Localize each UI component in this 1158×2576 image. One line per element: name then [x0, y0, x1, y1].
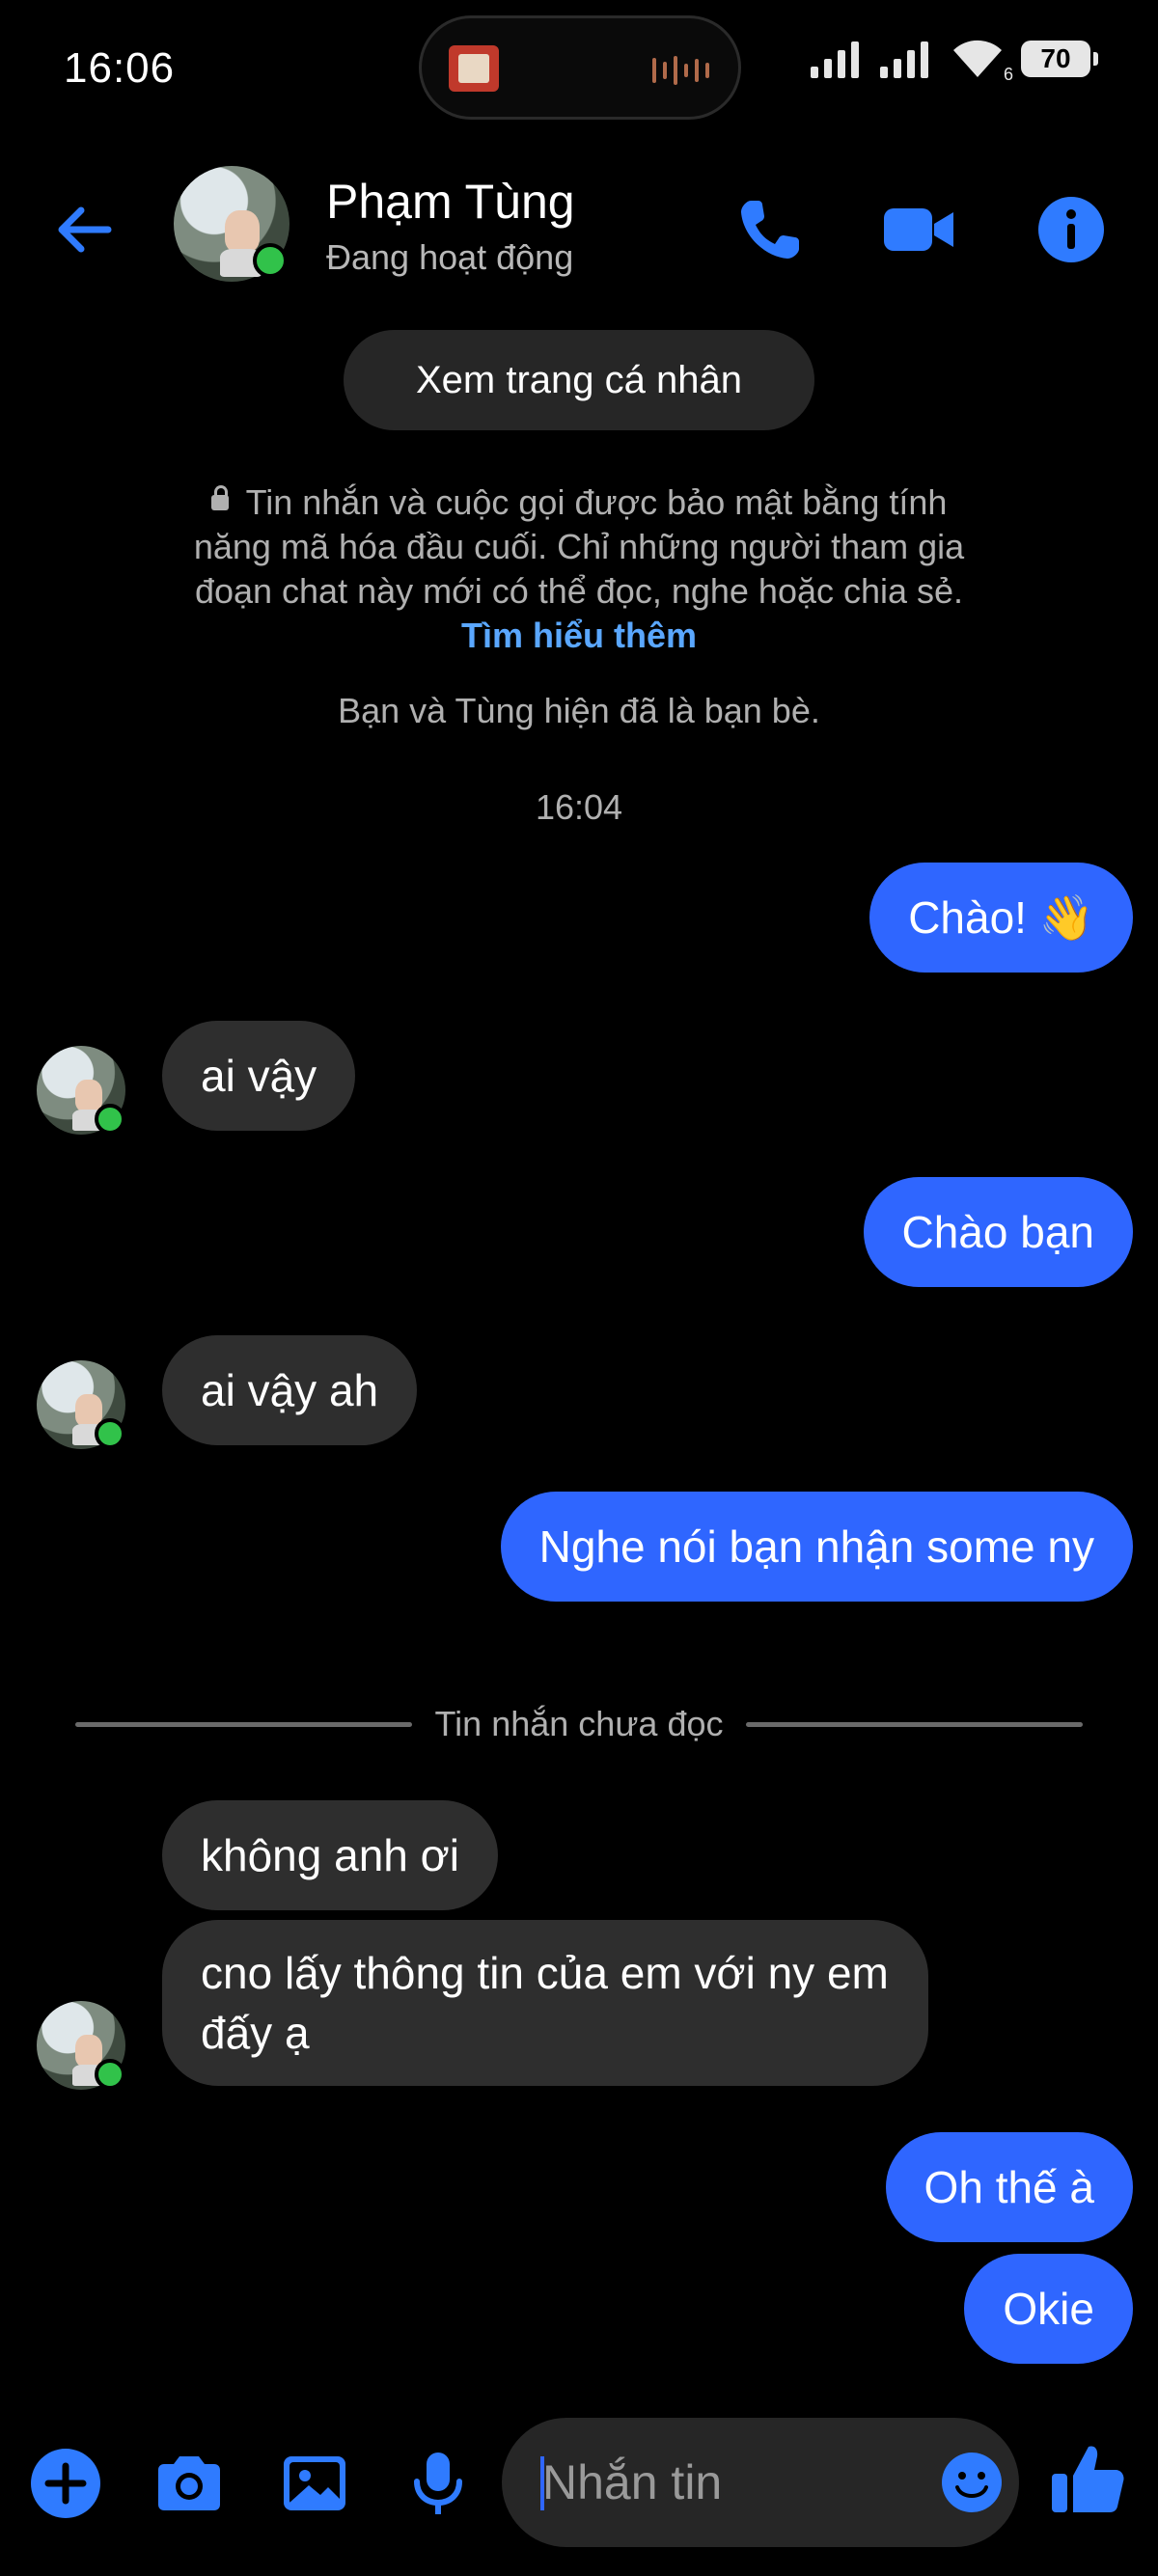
sender-avatar[interactable]	[37, 2001, 125, 2090]
microphone-icon[interactable]	[400, 2445, 477, 2522]
wifi-icon: 6	[950, 39, 1013, 84]
sender-avatar[interactable]	[37, 1360, 125, 1449]
outgoing-message[interactable]: Oh thế à	[885, 2132, 1133, 2242]
battery-indicator: 70	[1021, 41, 1098, 77]
incoming-message[interactable]: cno lấy thông tin của em với ny em đấy ạ	[162, 1920, 928, 2086]
encryption-notice: Tin nhắn và cuộc gọi được bảo mật bằng t…	[183, 480, 975, 658]
contact-name[interactable]: Phạm Tùng	[326, 174, 575, 230]
incoming-message[interactable]: ai vậy ah	[162, 1335, 418, 1445]
learn-more-link[interactable]: Tìm hiểu thêm	[461, 616, 697, 655]
outgoing-message[interactable]: Chào! 👋	[869, 863, 1133, 973]
incoming-message[interactable]: ai vậy	[162, 1021, 356, 1131]
album-art-icon	[449, 45, 499, 92]
divider-line	[746, 1721, 1084, 1727]
contact-active-status: Đang hoạt động	[326, 237, 574, 277]
outgoing-message[interactable]: Nghe nói bạn nhận some ny	[500, 1492, 1133, 1602]
gallery-image-icon[interactable]	[276, 2445, 353, 2522]
outgoing-message[interactable]: Chào bạn	[863, 1177, 1133, 1287]
encryption-text: Tin nhắn và cuộc gọi được bảo mật bằng t…	[193, 482, 965, 611]
camera-icon[interactable]	[151, 2445, 228, 2522]
sender-avatar[interactable]	[37, 1046, 125, 1135]
status-time: 16:06	[64, 44, 176, 92]
info-icon[interactable]	[1034, 193, 1108, 266]
divider-line	[75, 1721, 412, 1727]
wifi-badge: 6	[1003, 65, 1013, 84]
unread-label: Tin nhắn chưa đọc	[434, 1704, 724, 1743]
online-status-dot	[95, 2059, 125, 2090]
thumbs-up-like-icon[interactable]	[1046, 2437, 1129, 2520]
video-call-icon[interactable]	[880, 193, 957, 266]
audio-waveform-icon	[652, 55, 709, 86]
incoming-message[interactable]: không anh ơi	[162, 1800, 499, 1910]
message-input-box[interactable]	[502, 2418, 1019, 2547]
cellular-signal-icon	[811, 41, 859, 78]
unread-messages-divider: Tin nhắn chưa đọc	[75, 1700, 1084, 1748]
emoji-icon[interactable]	[940, 2451, 1004, 2514]
status-bar: 16:06 6 70	[0, 0, 1158, 145]
online-status-dot	[253, 243, 288, 278]
friends-notice: Bạn và Tùng hiện đã là bạn bè.	[338, 691, 820, 730]
online-status-dot	[95, 1104, 125, 1135]
message-composer	[0, 2408, 1158, 2553]
cellular-signal-2-icon	[880, 41, 928, 78]
add-plus-icon[interactable]	[27, 2445, 104, 2522]
phone-call-icon[interactable]	[733, 193, 807, 266]
lock-icon	[210, 485, 229, 511]
online-status-dot	[95, 1418, 125, 1449]
outgoing-message[interactable]: Okie	[964, 2254, 1133, 2364]
back-arrow-icon[interactable]	[50, 195, 120, 264]
view-profile-button[interactable]: Xem trang cá nhân	[344, 330, 814, 430]
message-timestamp: 16:04	[535, 787, 623, 827]
dynamic-island-media[interactable]	[419, 15, 741, 120]
message-input[interactable]	[542, 2447, 928, 2518]
chat-header: Phạm Tùng Đang hoạt động	[0, 145, 1158, 299]
status-indicators: 6 70	[811, 39, 1098, 84]
